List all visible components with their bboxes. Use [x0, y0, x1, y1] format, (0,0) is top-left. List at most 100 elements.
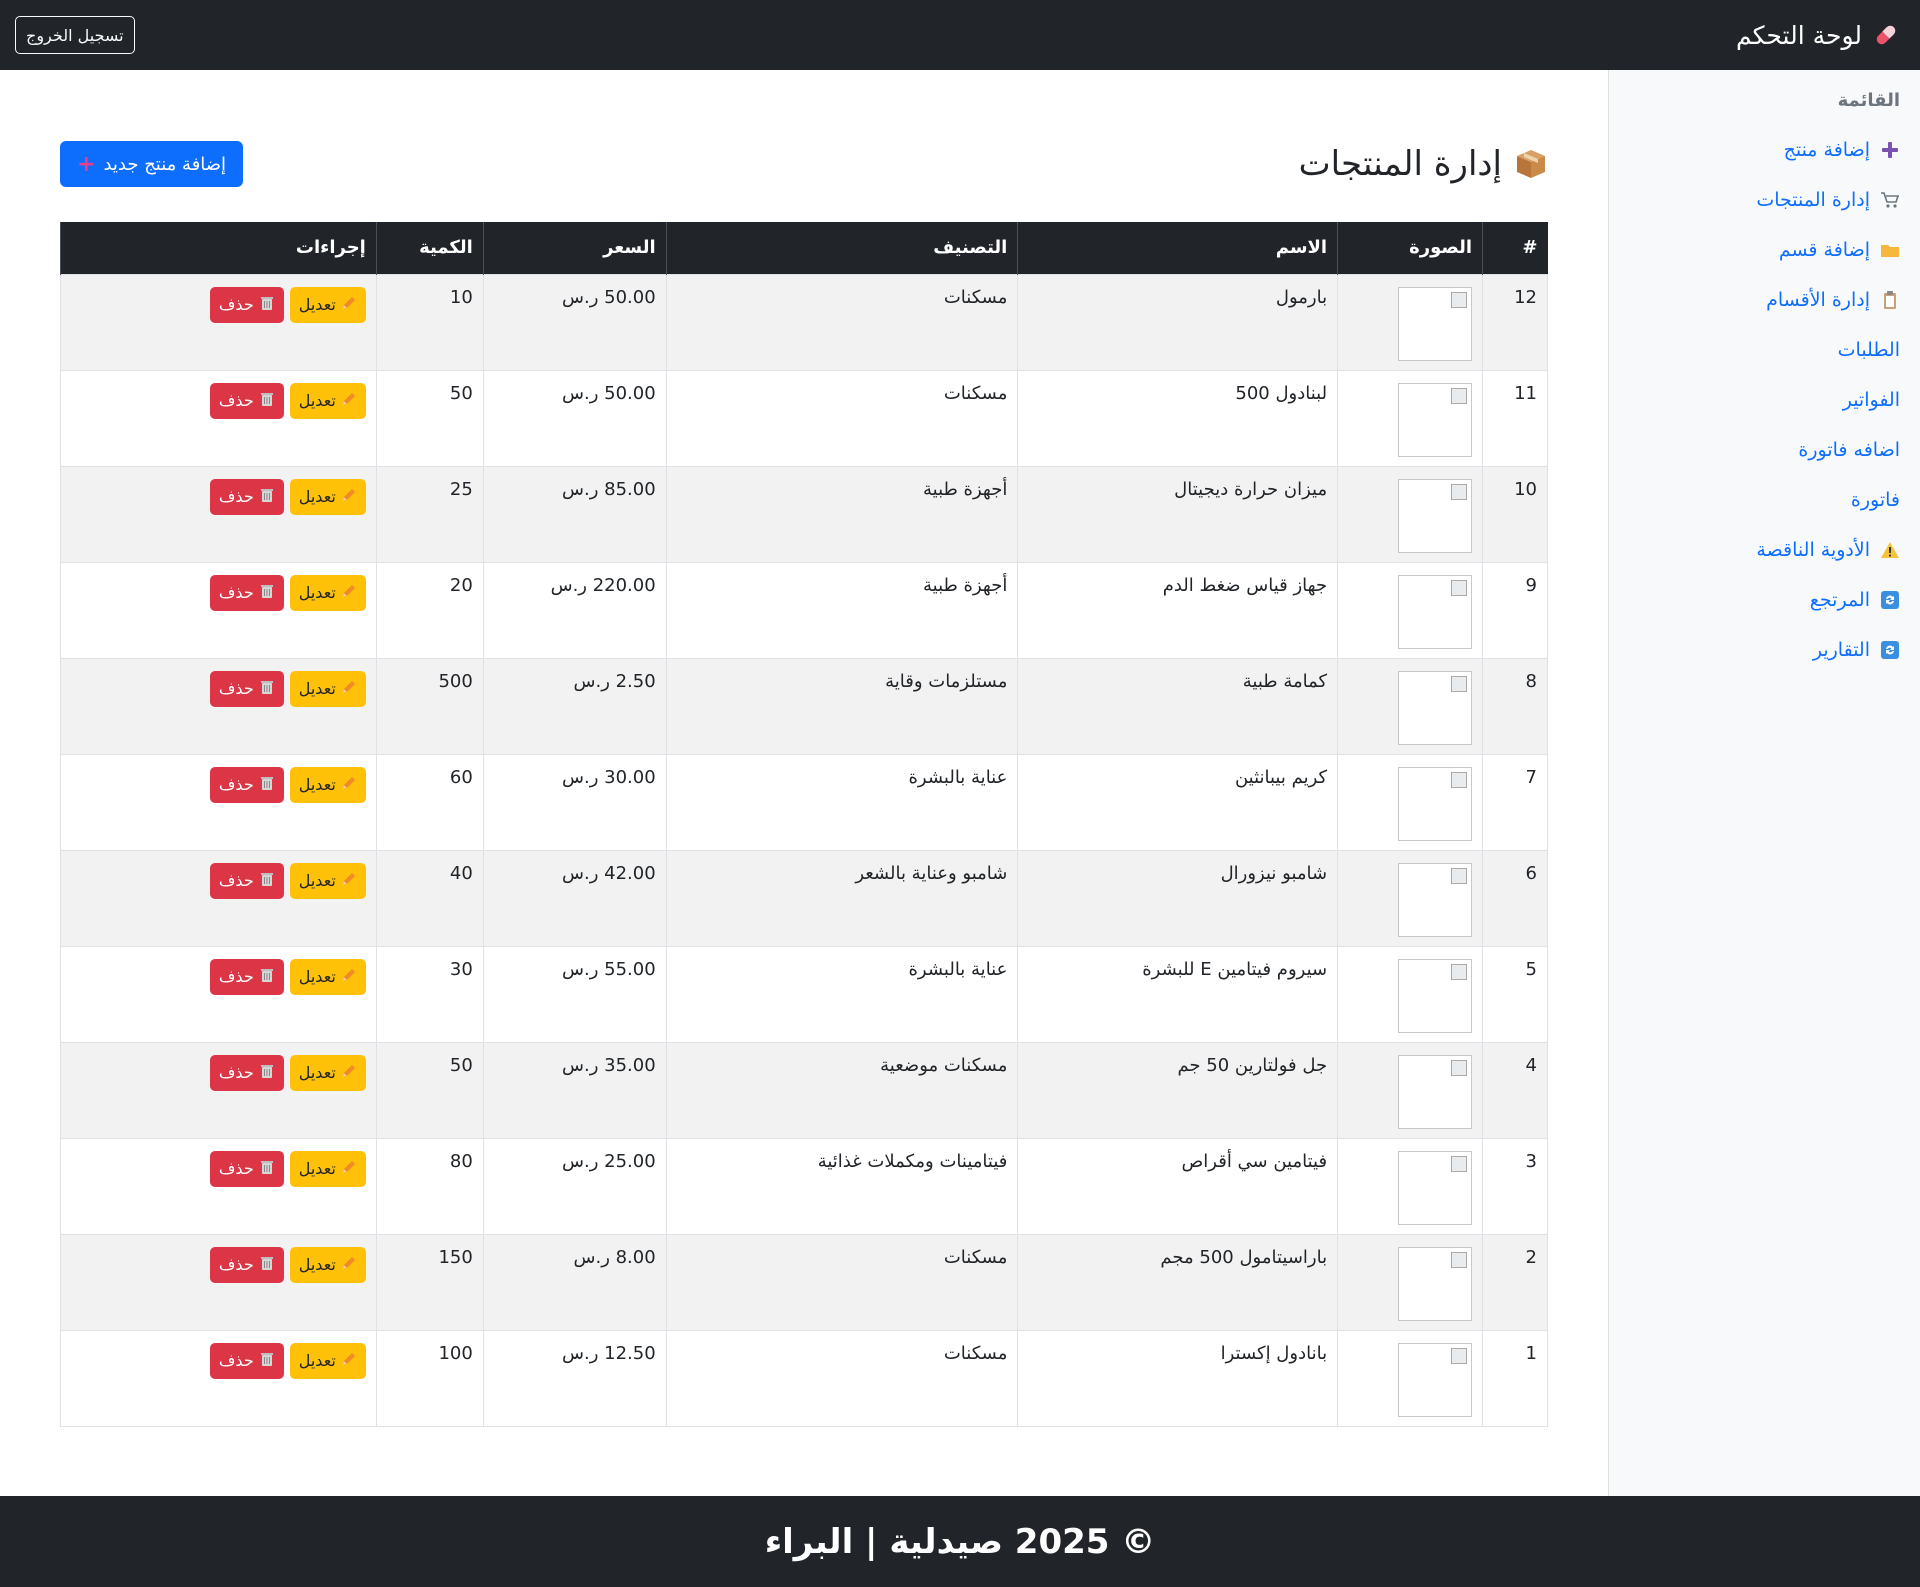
- product-image: [1398, 478, 1473, 553]
- edit-button[interactable]: تعديل: [289, 862, 366, 899]
- navbar-brand[interactable]: لوحة التحكم: [1736, 21, 1900, 50]
- table-row: 11 لبنادول 500 مسكنات 50.00 ر.س 50 تعديل حذف: [60, 369, 1548, 467]
- product-image: [1398, 862, 1473, 937]
- edit-button[interactable]: تعديل: [289, 286, 366, 323]
- cell-actions: تعديل حذف: [60, 657, 377, 755]
- edit-button[interactable]: تعديل: [289, 574, 366, 611]
- sidebar-item-6[interactable]: الفواتير: [1629, 375, 1900, 425]
- delete-button[interactable]: حذف: [209, 862, 284, 899]
- pencil-icon: [341, 1063, 357, 1083]
- cell-price: 12.50 ر.س: [482, 1329, 667, 1427]
- cell-image: [1337, 849, 1484, 947]
- product-image: [1398, 574, 1473, 649]
- logout-button[interactable]: تسجيل الخروج: [15, 16, 135, 54]
- delete-label: حذف: [218, 871, 254, 890]
- edit-button[interactable]: تعديل: [289, 1150, 366, 1187]
- sidebar-item-label: إدارة الأقسام: [1766, 289, 1870, 311]
- page-title-text: إدارة المنتجات: [1298, 144, 1502, 184]
- delete-button[interactable]: حذف: [209, 1150, 284, 1187]
- edit-button[interactable]: تعديل: [289, 1246, 366, 1283]
- delete-button[interactable]: حذف: [209, 286, 284, 323]
- pencil-icon: [341, 775, 357, 795]
- sidebar-item-11[interactable]: التقارير: [1629, 625, 1900, 675]
- product-image: [1398, 1342, 1473, 1417]
- pencil-icon: [341, 1255, 357, 1275]
- sidebar-item-5[interactable]: الطلبات: [1629, 325, 1900, 375]
- cell-quantity: 10: [375, 273, 484, 371]
- edit-button[interactable]: تعديل: [289, 382, 366, 419]
- cell-id: 11: [1482, 369, 1548, 467]
- pencil-icon: [341, 391, 357, 411]
- column-header: إجراءات: [60, 222, 377, 274]
- sidebar-item-3[interactable]: إضافة قسم: [1629, 225, 1900, 275]
- edit-label: تعديل: [298, 967, 336, 986]
- cell-actions: تعديل حذف: [60, 561, 377, 659]
- add-product-button[interactable]: إضافة منتج جديد +: [60, 141, 244, 187]
- delete-button[interactable]: حذف: [209, 478, 284, 515]
- sidebar-nav: إضافة منتج إدارة المنتجات إضافة قسم إدارة ا…: [1629, 125, 1900, 675]
- product-image: [1398, 958, 1473, 1033]
- cell-quantity: 40: [375, 849, 484, 947]
- product-image: [1398, 382, 1473, 457]
- edit-button[interactable]: تعديل: [289, 1342, 366, 1379]
- sidebar-item-1[interactable]: إضافة منتج: [1629, 125, 1900, 175]
- cell-quantity: 100: [375, 1329, 484, 1427]
- edit-label: تعديل: [298, 1255, 336, 1274]
- sidebar-item-4[interactable]: إدارة الأقسام: [1629, 275, 1900, 325]
- delete-button[interactable]: حذف: [209, 1054, 284, 1091]
- pencil-icon: [341, 679, 357, 699]
- sidebar-item-label: إضافة منتج: [1783, 139, 1870, 161]
- edit-button[interactable]: تعديل: [289, 766, 366, 803]
- cell-id: 6: [1482, 849, 1548, 947]
- table-row: 7 كريم بيبانثين عناية بالبشرة 30.00 ر.س 60 تع…: [60, 753, 1548, 851]
- delete-button[interactable]: حذف: [209, 382, 284, 419]
- sidebar-item-9[interactable]: الأدوية الناقصة: [1629, 525, 1900, 575]
- cell-name: لبنادول 500: [1017, 369, 1339, 467]
- sidebar-item-7[interactable]: اضافه فاتورة: [1629, 425, 1900, 475]
- delete-button[interactable]: حذف: [209, 1246, 284, 1283]
- delete-button[interactable]: حذف: [209, 958, 284, 995]
- trash-icon: [259, 583, 275, 603]
- sidebar-item-2[interactable]: إدارة المنتجات: [1629, 175, 1900, 225]
- table-row: 2 باراسيتامول 500 مجم مسكنات 8.00 ر.س 150 تعد…: [60, 1233, 1548, 1331]
- delete-label: حذف: [218, 967, 254, 986]
- delete-button[interactable]: حذف: [209, 574, 284, 611]
- cell-quantity: 30: [375, 945, 484, 1043]
- table-row: 10 ميزان حرارة ديجيتال أجهزة طبية 85.00 ر.س…: [60, 465, 1548, 563]
- cell-quantity: 20: [375, 561, 484, 659]
- main-content: إدارة المنتجات إضافة منتج جديد + # الصورة…: [0, 70, 1608, 1496]
- cell-price: 25.00 ر.س: [482, 1137, 667, 1235]
- cell-name: كريم بيبانثين: [1017, 753, 1339, 851]
- column-header: #: [1482, 222, 1548, 274]
- cell-actions: تعديل حذف: [60, 1041, 377, 1139]
- edit-button[interactable]: تعديل: [289, 670, 366, 707]
- delete-button[interactable]: حذف: [209, 766, 284, 803]
- delete-label: حذف: [218, 295, 254, 314]
- table-row: 8 كمامة طبية مستلزمات وقاية 2.50 ر.س 500 تعدي…: [60, 657, 1548, 755]
- sidebar-item-label: الأدوية الناقصة: [1756, 539, 1870, 561]
- delete-button[interactable]: حذف: [209, 670, 284, 707]
- pencil-icon: [341, 967, 357, 987]
- cell-name: بارمول: [1017, 273, 1339, 371]
- cell-image: [1337, 1137, 1484, 1235]
- table-row: 4 جل فولتارين 50 جم مسكنات موضعية 35.00 ر.س…: [60, 1041, 1548, 1139]
- edit-button[interactable]: تعديل: [289, 958, 366, 995]
- sidebar-item-10[interactable]: المرتجع: [1629, 575, 1900, 625]
- cell-image: [1337, 753, 1484, 851]
- sidebar-item-label: اضافه فاتورة: [1798, 439, 1900, 461]
- edit-button[interactable]: تعديل: [289, 1054, 366, 1091]
- cell-name: جل فولتارين 50 جم: [1017, 1041, 1339, 1139]
- cell-id: 1: [1482, 1329, 1548, 1427]
- delete-label: حذف: [218, 1159, 254, 1178]
- product-image: [1398, 1150, 1473, 1225]
- table-row: 5 سيروم فيتامين E للبشرة عناية بالبشرة 55.0…: [60, 945, 1548, 1043]
- trash-icon: [259, 1063, 275, 1083]
- sidebar-item-8[interactable]: فاتورة: [1629, 475, 1900, 525]
- edit-button[interactable]: تعديل: [289, 478, 366, 515]
- cell-name: بانادول إكسترا: [1017, 1329, 1339, 1427]
- cell-category: مسكنات: [665, 1233, 1019, 1331]
- trash-icon: [259, 775, 275, 795]
- cell-name: باراسيتامول 500 مجم: [1017, 1233, 1339, 1331]
- delete-button[interactable]: حذف: [209, 1342, 284, 1379]
- sidebar: القائمة إضافة منتج إدارة المنتجات إضافة قس…: [1608, 70, 1920, 1496]
